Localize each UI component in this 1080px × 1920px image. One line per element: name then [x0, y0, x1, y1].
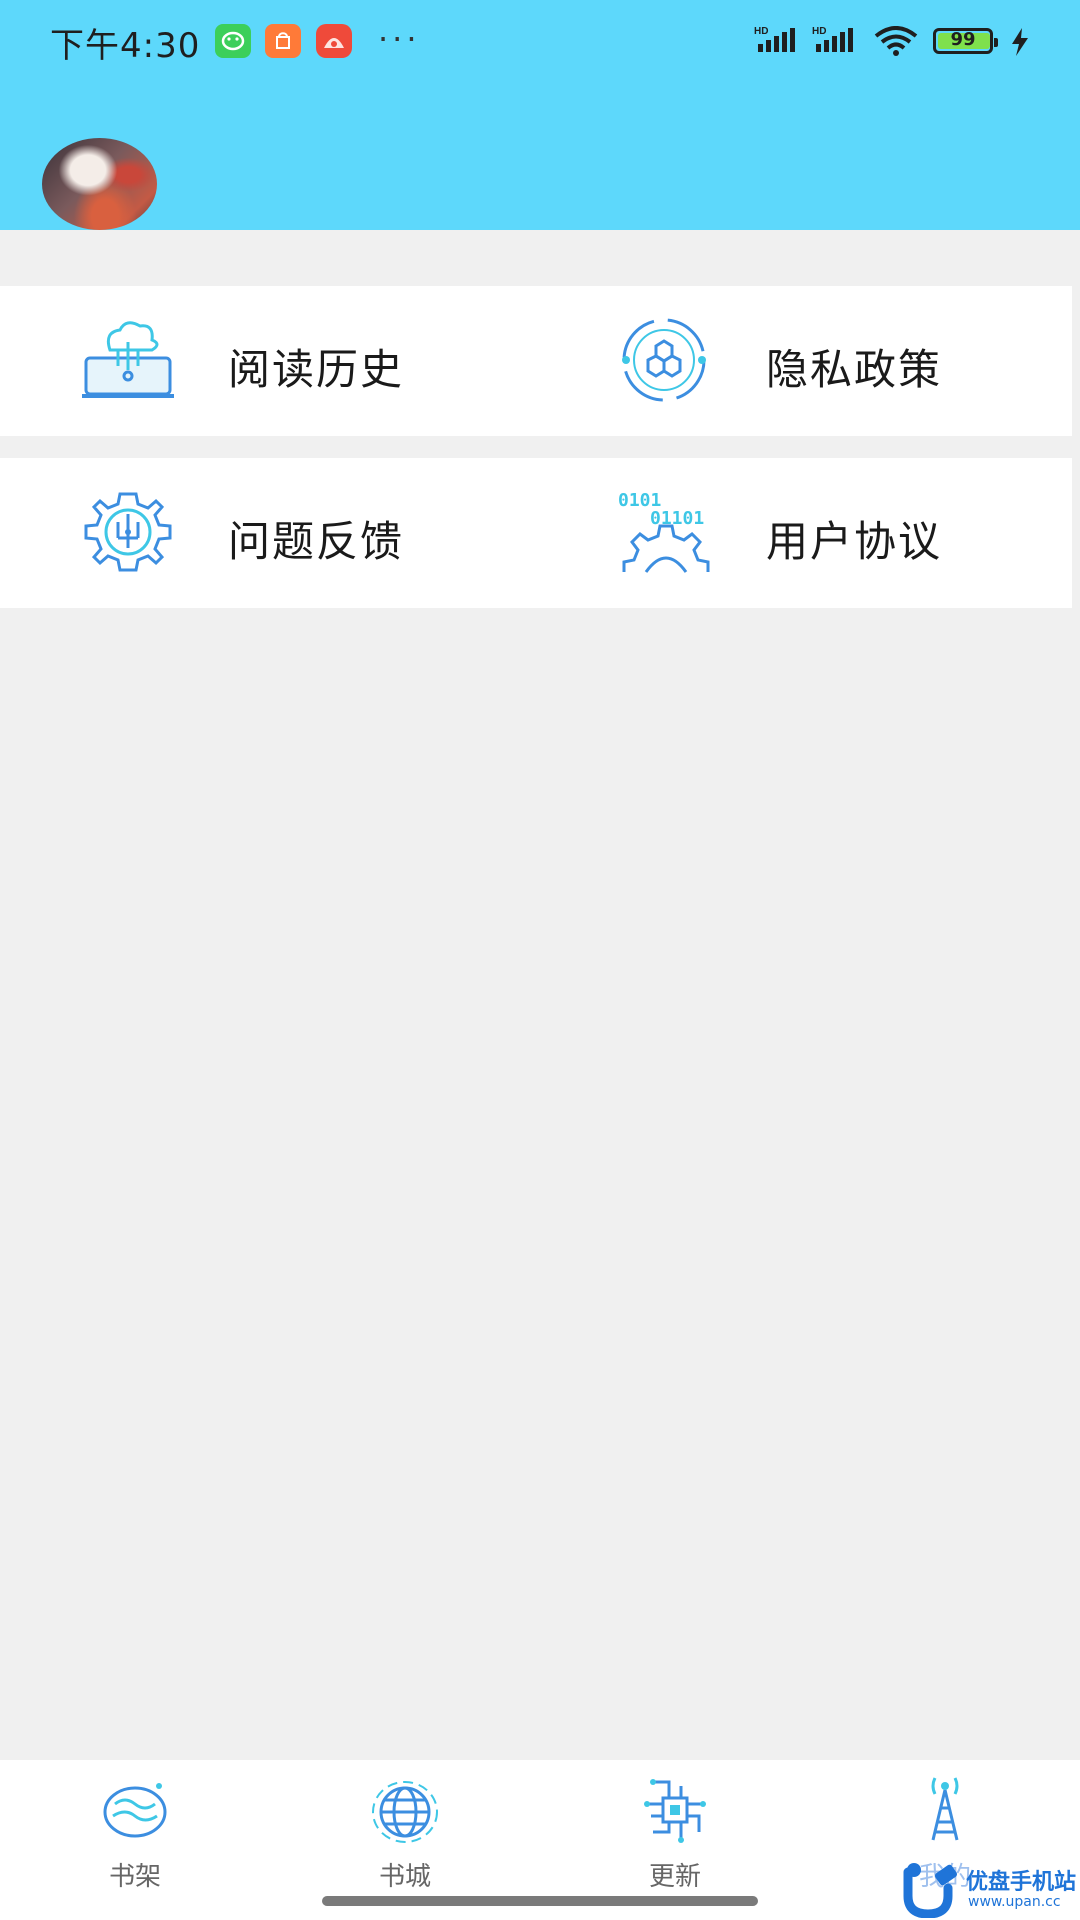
- binary-gear-icon: 0101 01101: [618, 490, 710, 573]
- menu-label: 阅读历史: [228, 345, 405, 394]
- menu-row: 阅读历史 隐私政策: [0, 286, 1072, 436]
- privacy-policy-item[interactable]: 隐私政策: [536, 286, 1072, 436]
- hexagon-network-icon: [622, 318, 706, 402]
- battery-tip: [994, 38, 998, 47]
- menu-label: 隐私政策: [766, 345, 943, 394]
- chip-icon: [644, 1779, 706, 1843]
- usb-logo-icon: [903, 1863, 958, 1918]
- cloud-laptop-icon: [82, 321, 174, 398]
- app-notification-icon: [316, 24, 352, 58]
- globe-wave-icon: [103, 1783, 167, 1838]
- wechat-notification-icon: [215, 24, 251, 58]
- profile-header: 下午4:30 ··· HD HD 99: [0, 0, 1080, 230]
- watermark-name: 优盘手机站: [966, 1870, 1077, 1895]
- reading-history-item[interactable]: 阅读历史: [0, 286, 536, 436]
- svg-text:HD: HD: [812, 26, 826, 37]
- home-indicator[interactable]: [322, 1896, 758, 1906]
- cellular-signal-icon: HD: [812, 24, 864, 58]
- tower-icon: [931, 1777, 959, 1841]
- svg-text:HD: HD: [754, 26, 768, 37]
- shop-notification-icon: [265, 24, 301, 58]
- site-watermark: 优盘手机站 www.upan.cc: [900, 1862, 1078, 1918]
- gear-circuit-icon: [84, 492, 172, 572]
- menu-label: 用户协议: [766, 517, 943, 566]
- user-avatar[interactable]: [42, 138, 157, 230]
- feedback-item[interactable]: 问题反馈: [0, 458, 536, 608]
- watermark-url: www.upan.cc: [968, 1894, 1061, 1910]
- menu-row: 问题反馈 0101 01101 用户协议: [0, 458, 1072, 608]
- more-notifications: ···: [378, 20, 421, 58]
- status-time: 下午4:30: [50, 26, 201, 66]
- user-agreement-item[interactable]: 0101 01101 用户协议: [536, 458, 1072, 608]
- tab-label: 更新: [648, 1862, 701, 1892]
- battery-level-text: 99: [950, 29, 976, 50]
- svg-text:01101: 01101: [650, 508, 704, 529]
- tab-bookshelf[interactable]: 书架: [0, 1760, 270, 1920]
- globe-grid-icon: [372, 1781, 438, 1843]
- menu-label: 问题反馈: [228, 517, 405, 566]
- status-bar: 下午4:30 ··· HD HD 99: [0, 0, 1080, 84]
- tab-label: 书架: [108, 1862, 161, 1892]
- wifi-icon: [872, 26, 920, 60]
- cellular-signal-icon: HD: [754, 24, 806, 58]
- charging-bolt-icon: [1010, 28, 1030, 60]
- tab-label: 书城: [378, 1862, 431, 1892]
- battery-icon: 99: [933, 28, 998, 54]
